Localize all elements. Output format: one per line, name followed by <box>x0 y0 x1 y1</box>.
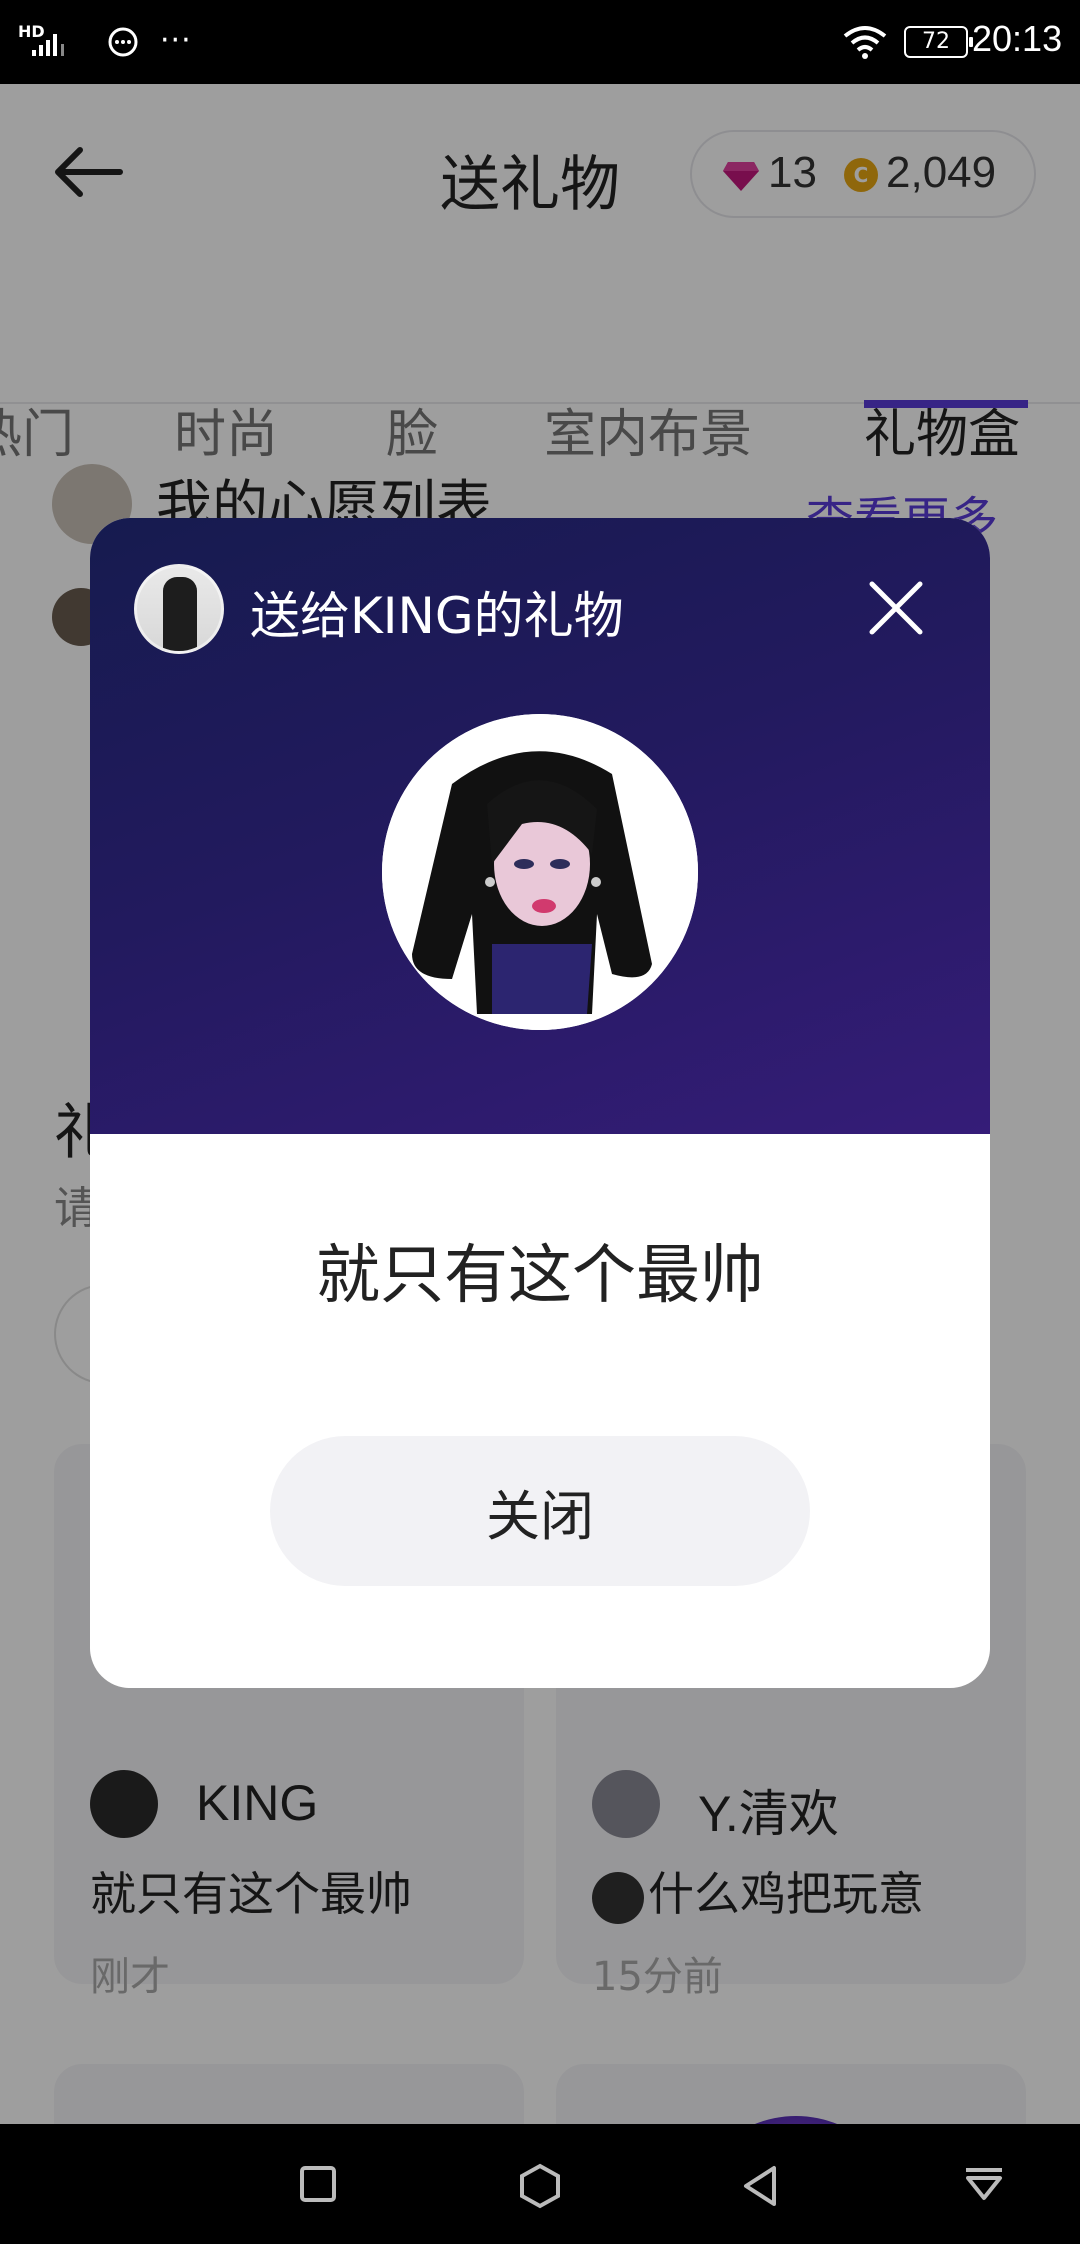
gift-dialog: 送给KING的礼物 就只有这个最帅 关闭 <box>90 518 990 1688</box>
back-triangle-icon[interactable] <box>738 2162 782 2210</box>
clock: 20:13 <box>972 18 1063 59</box>
wifi-icon <box>843 26 887 59</box>
close-icon[interactable] <box>866 578 926 638</box>
dialog-title: 送给KING的礼物 <box>250 587 624 645</box>
signal-icon <box>32 34 64 56</box>
notification-pulldown-icon[interactable] <box>960 2162 1008 2206</box>
avatar <box>134 564 224 654</box>
dialog-header: 送给KING的礼物 <box>90 518 990 1134</box>
system-nav-bar <box>0 2124 1080 2244</box>
recents-square-icon[interactable] <box>296 2162 340 2206</box>
status-bar: HD ··· 72 20:13 <box>0 0 1080 84</box>
gift-image <box>382 714 698 1030</box>
home-hexagon-icon[interactable] <box>516 2162 564 2210</box>
close-button[interactable]: 关闭 <box>270 1436 810 1586</box>
hoodie-character-illustration <box>382 714 698 1030</box>
battery-indicator: 72 <box>904 26 973 58</box>
more-dots-icon: ··· <box>160 23 192 58</box>
message-bubble-icon <box>108 27 138 57</box>
gift-message: 就只有这个最帅 <box>316 1239 764 1313</box>
